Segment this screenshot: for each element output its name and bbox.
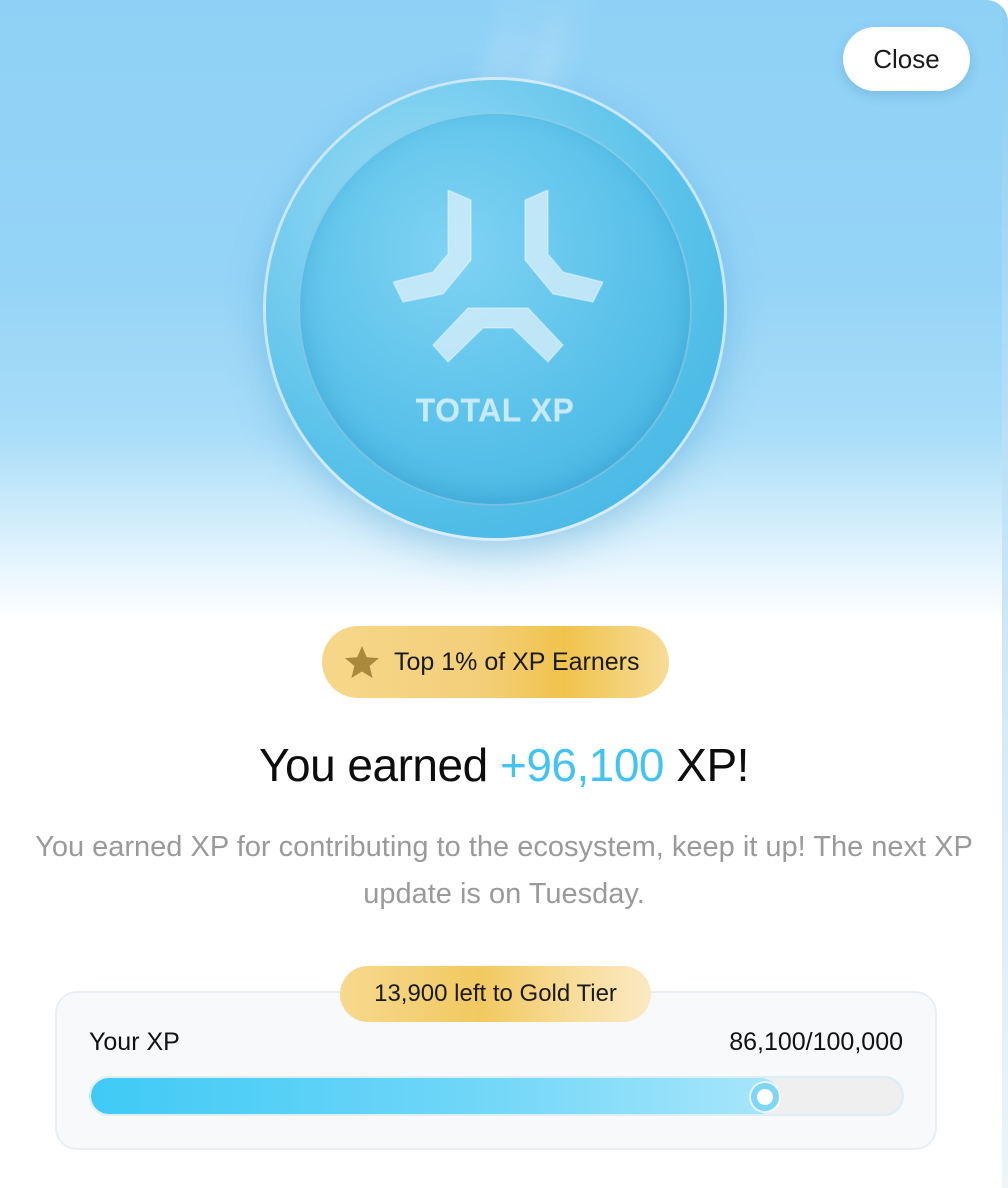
xp-count: 86,100/100,000 (729, 1028, 903, 1056)
headline-prefix: You earned (259, 739, 500, 791)
close-button[interactable]: Close (843, 27, 970, 91)
progress-knob (751, 1083, 779, 1111)
coin-label: TOTAL XP (415, 392, 575, 428)
earned-headline: You earned +96,100 XP! (0, 738, 1008, 792)
total-xp-coin: TOTAL XP (266, 80, 724, 538)
modal-edge (1002, 0, 1008, 1188)
headline-suffix: XP! (664, 739, 749, 791)
description-text: You earned XP for contributing to the ec… (35, 831, 973, 910)
rank-badge-label: Top 1% of XP Earners (394, 647, 640, 676)
xp-logo-icon (393, 190, 603, 364)
star-icon (345, 646, 379, 678)
xp-progress-fill (91, 1078, 779, 1114)
rank-badge: Top 1% of XP Earners (322, 626, 669, 698)
xp-progress-bar (89, 1076, 904, 1116)
your-xp-label: Your XP (89, 1028, 180, 1056)
tier-remaining-badge: 13,900 left to Gold Tier (340, 966, 651, 1022)
xp-reward-modal: Close TOTAL XP Top 1% of XP Earners You … (0, 0, 1008, 1188)
earned-amount: +96,100 (499, 739, 665, 791)
